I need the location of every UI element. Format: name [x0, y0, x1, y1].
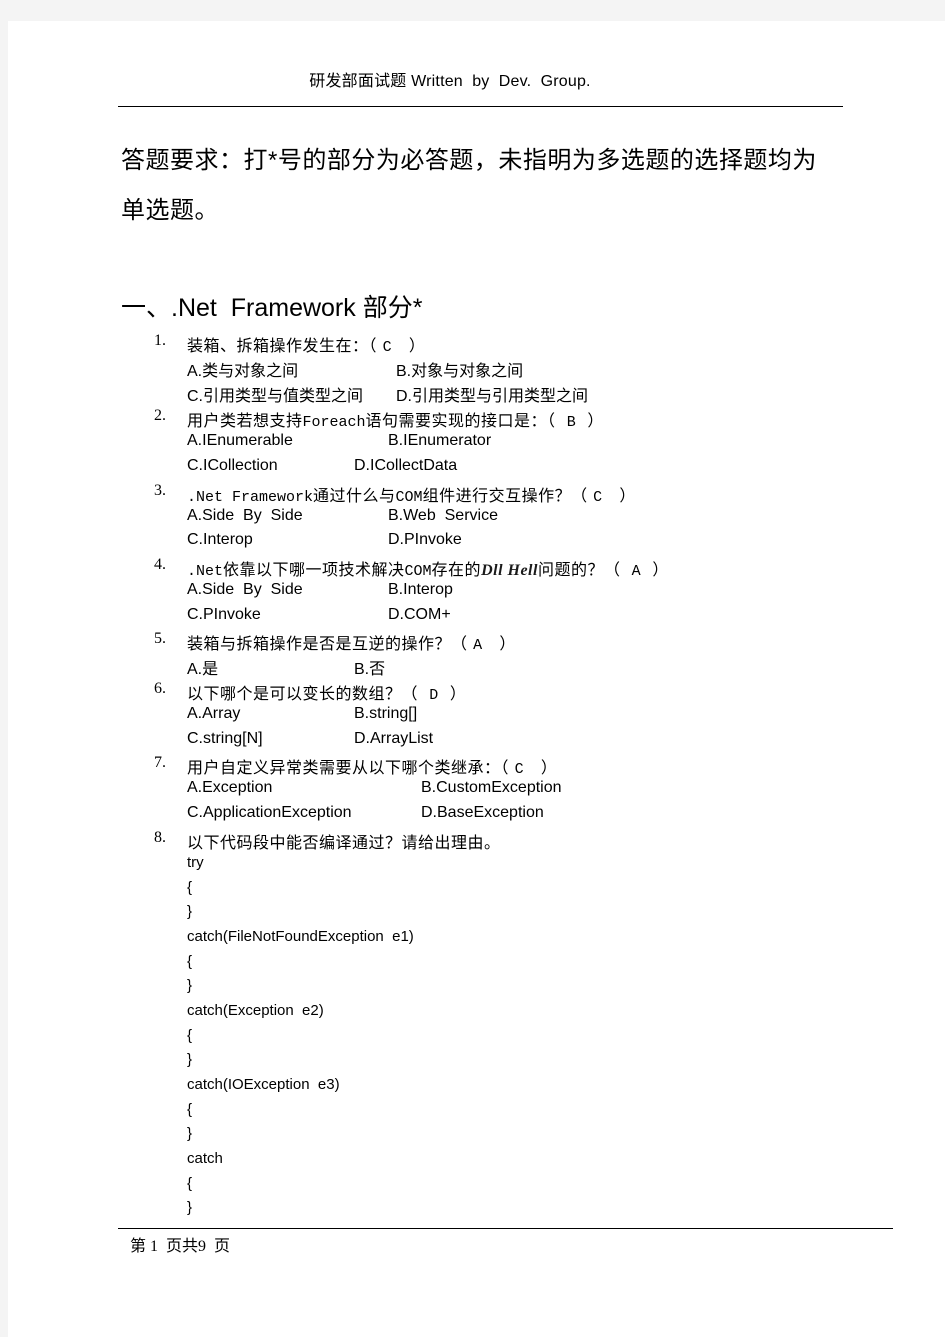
option-d: D.COM+: [388, 606, 451, 623]
code-line: catch(FileNotFoundException e1): [187, 928, 414, 945]
option-b: B.IEnumerator: [388, 432, 492, 449]
keyword-net: .Net: [187, 563, 224, 580]
code-line: try: [187, 854, 204, 871]
answer-value: A: [473, 637, 483, 654]
option-a: A.Side By Side: [187, 581, 303, 598]
keyword-dll-hell: Dll Hell: [481, 562, 538, 579]
question-stem-end: ）: [392, 336, 426, 355]
question-stem-cont: 问题的？（: [537, 560, 632, 579]
code-line: }: [187, 903, 193, 920]
keyword-com: COM: [395, 489, 423, 506]
code-line: catch(IOException e3): [187, 1076, 340, 1093]
option-c: C.ApplicationException: [187, 804, 352, 821]
code-line: {: [187, 1175, 193, 1192]
answer-value: B: [566, 414, 577, 431]
code-line: {: [187, 1101, 193, 1118]
code-line: catch(Exception e2): [187, 1002, 324, 1019]
option-c: C.string[N]: [187, 730, 263, 747]
question-text: .Net Framework通过什么与COM组件进行交互操作？（ C ）: [187, 482, 636, 506]
code-line: }: [187, 1199, 193, 1216]
option-b: B.CustomException: [421, 779, 562, 796]
question-stem: 通过什么与: [313, 486, 396, 505]
question-text: 用户类若想支持Foreach语句需要实现的接口是：（ B ）: [187, 407, 604, 431]
code-line: catch: [187, 1150, 223, 1167]
question-stem-cont: 存在的: [431, 560, 482, 579]
question-stem-end: ）: [576, 411, 604, 430]
question-number: 3.: [154, 482, 166, 499]
section-title: 一、.Net Framework 部分*: [121, 294, 423, 322]
question-number: 5.: [154, 630, 166, 647]
option-c: C.Interop: [187, 531, 253, 548]
question-text: 装箱与拆箱操作是否是互逆的操作？（ A ）: [187, 630, 516, 654]
option-d: D.BaseException: [421, 804, 544, 821]
question-stem: 装箱、拆箱操作发生在：（: [187, 336, 383, 355]
instructions-line-2: 单选题。: [121, 197, 219, 224]
option-d: D.PInvoke: [388, 531, 462, 548]
question-stem-cont: 组件进行交互操作？（: [422, 486, 594, 505]
answer-value: C: [593, 489, 603, 506]
option-a: A.Exception: [187, 779, 273, 796]
question-stem-cont: 语句需要实现的接口是：（: [365, 411, 567, 430]
header-divider: [118, 106, 843, 107]
option-c: C.ICollection: [187, 457, 278, 474]
answer-value: D: [429, 687, 439, 704]
question-stem: 依靠以下哪一项技术解决: [223, 560, 405, 579]
code-line: }: [187, 977, 193, 994]
instructions-line-1: 答题要求：打*号的部分为必答题，未指明为多选题的选择题均为: [121, 147, 817, 174]
option-b: B.对象与对象之间: [396, 363, 524, 380]
code-line: {: [187, 879, 193, 896]
option-a: A.Side By Side: [187, 507, 303, 524]
question-number: 7.: [154, 754, 166, 771]
answer-value: C: [514, 761, 525, 778]
page-number: 第 1 页共9 页: [130, 1238, 231, 1255]
option-b: B.否: [354, 661, 386, 678]
code-line: }: [187, 1125, 193, 1142]
question-text: .Net依靠以下哪一项技术解决COM存在的Dll Hell问题的？（ A ）: [187, 556, 669, 580]
question-stem: 用户类若想支持: [187, 411, 303, 430]
question-text: 以下代码段中能否编译通过？请给出理由。: [187, 829, 501, 853]
question-number: 6.: [154, 680, 166, 697]
footer-divider: [118, 1228, 893, 1229]
option-b: B.Web Service: [388, 507, 498, 524]
question-stem-end: ）: [524, 758, 558, 777]
option-c: C.PInvoke: [187, 606, 261, 623]
option-a: A.类与对象之间: [187, 363, 299, 380]
question-stem-end: ）: [438, 684, 467, 703]
question-stem: 以下哪个是可以变长的数组？（: [187, 684, 430, 703]
question-stem-end: ）: [602, 486, 636, 505]
keyword-net-framework: .Net Framework: [187, 489, 314, 506]
option-d: D.ICollectData: [354, 457, 458, 474]
question-stem: 装箱与拆箱操作是否是互逆的操作？（: [187, 634, 474, 653]
option-a: A.Array: [187, 705, 241, 722]
question-number: 1.: [154, 332, 166, 349]
question-stem-end: ）: [482, 634, 516, 653]
keyword-foreach: Foreach: [302, 414, 366, 431]
question-stem: 用户自定义异常类需要从以下哪个类继承：（: [187, 758, 515, 777]
answer-value: A: [631, 563, 642, 580]
option-c: C.引用类型与值类型之间: [187, 388, 364, 405]
option-b: B.Interop: [388, 581, 453, 598]
code-line: {: [187, 1027, 193, 1044]
page-header-title: 研发部面试题 Written by Dev. Group.: [309, 73, 591, 90]
question-text: 用户自定义异常类需要从以下哪个类继承：（ C ）: [187, 754, 557, 778]
question-stem-end: ）: [641, 560, 669, 579]
question-stem: 以下代码段中能否编译通过？请给出理由。: [187, 833, 501, 852]
code-line: }: [187, 1051, 193, 1068]
option-d: D.ArrayList: [354, 730, 434, 747]
option-d: D.引用类型与引用类型之间: [396, 388, 589, 405]
question-number: 8.: [154, 829, 166, 846]
option-b: B.string[]: [354, 705, 418, 722]
answer-value: C: [382, 339, 393, 356]
option-a: A.IEnumerable: [187, 432, 293, 449]
question-number: 2.: [154, 407, 166, 424]
option-a: A.是: [187, 661, 219, 678]
question-text: 以下哪个是可以变长的数组？（ D ）: [187, 680, 466, 704]
question-number: 4.: [154, 556, 166, 573]
code-line: {: [187, 953, 193, 970]
question-text: 装箱、拆箱操作发生在：（ C ）: [187, 332, 425, 356]
keyword-com: COM: [404, 563, 432, 580]
